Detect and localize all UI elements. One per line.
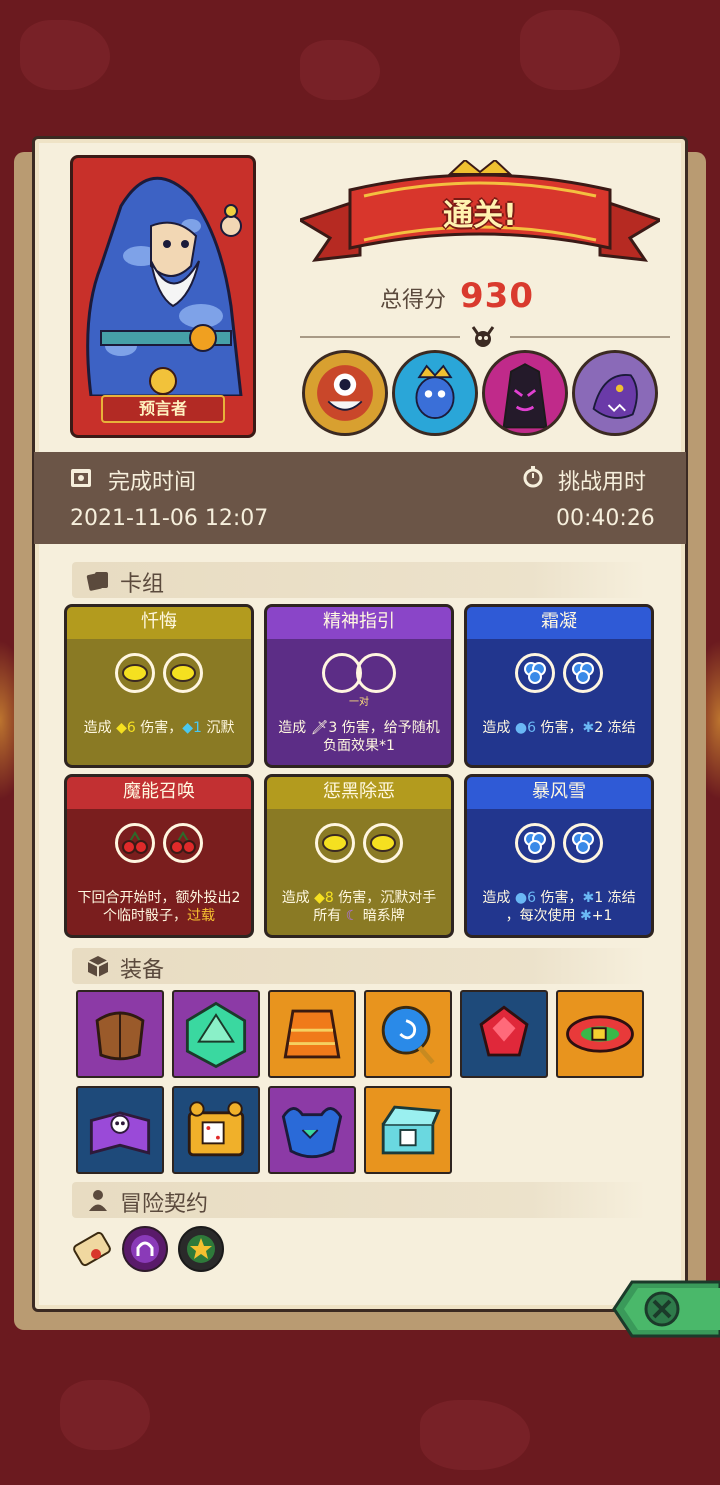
divider bbox=[300, 336, 460, 338]
card-title: 暴风雪 bbox=[467, 777, 651, 809]
green-d20-icon[interactable] bbox=[172, 990, 260, 1078]
orange-robe-icon[interactable] bbox=[268, 990, 356, 1078]
card-title: 惩黑除恶 bbox=[267, 777, 451, 809]
dice-chest-icon[interactable] bbox=[172, 1086, 260, 1174]
card-title: 忏悔 bbox=[67, 607, 251, 639]
frost-die-icon bbox=[563, 653, 603, 693]
purple-omega-token-icon[interactable] bbox=[120, 1224, 170, 1274]
total-score: 总得分 930 bbox=[380, 276, 534, 316]
card-description: 造成 ◆8 伤害，沉默对手 所有 ☾ 暗系牌 bbox=[281, 890, 437, 924]
challenge-time-value: 00:40:26 bbox=[556, 506, 655, 531]
deck-header: 卡组 bbox=[72, 562, 646, 598]
card-description: 造成 🗡3 伤害，给予随机 负面效果*1 bbox=[278, 720, 440, 754]
snowflake-icon: ✱ bbox=[582, 890, 595, 906]
lemon-die-icon bbox=[363, 823, 403, 863]
contracts-title: 冒险契约 bbox=[120, 1192, 209, 1217]
frost-die-icon bbox=[515, 823, 555, 863]
deck-card[interactable]: 霜凝 造成 ●6 伤害，✱2 冻结 bbox=[464, 604, 654, 768]
clear-title: 通关! bbox=[443, 198, 517, 233]
deck-title: 卡组 bbox=[120, 572, 165, 597]
cherry-die-icon bbox=[115, 823, 155, 863]
card-dice bbox=[67, 823, 251, 863]
boss-dragon-icon[interactable] bbox=[572, 350, 658, 436]
cards-icon bbox=[86, 572, 108, 591]
wizard-portrait bbox=[81, 166, 245, 396]
blue-swirl-charm-icon[interactable] bbox=[364, 990, 452, 1078]
bg-decoration bbox=[60, 1380, 150, 1450]
card-dice-requirement: 一对 bbox=[349, 697, 369, 708]
score-value: 930 bbox=[460, 276, 534, 316]
green-star-token-icon[interactable] bbox=[176, 1224, 226, 1274]
card-dice bbox=[267, 653, 451, 693]
water-drop-icon: ● bbox=[514, 720, 528, 736]
deck-card[interactable]: 惩黑除恶 造成 ◆8 伤害，沉默对手 所有 ☾ 暗系牌 bbox=[264, 774, 454, 938]
divider bbox=[510, 336, 670, 338]
lemon-die-icon bbox=[115, 653, 155, 693]
equipment-title: 装备 bbox=[120, 958, 165, 983]
finish-time-label: 完成时间 bbox=[108, 470, 197, 495]
card-title: 精神指引 bbox=[267, 607, 451, 639]
silence-icon: ◆ bbox=[182, 720, 193, 736]
equipment-header: 装备 bbox=[72, 948, 646, 984]
finish-time-value: 2021-11-06 12:07 bbox=[70, 506, 269, 531]
snowflake-icon: ✱ bbox=[582, 720, 595, 736]
boss-list bbox=[302, 350, 658, 436]
colorful-belt-icon[interactable] bbox=[556, 990, 644, 1078]
card-dice bbox=[67, 653, 251, 693]
bg-decoration bbox=[20, 20, 110, 90]
boss-shadow-icon[interactable] bbox=[482, 350, 568, 436]
person-icon bbox=[89, 1190, 107, 1211]
scroll-contract-icon[interactable] bbox=[66, 1224, 116, 1274]
close-button[interactable] bbox=[612, 1278, 720, 1340]
empty-die-slot-icon bbox=[356, 653, 396, 693]
time-info-bar: 完成时间 2021-11-06 12:07 挑战用时 00:40:26 bbox=[34, 452, 686, 544]
card-description: 下回合开始时，额外投出2 个临时骰子，过载 bbox=[77, 890, 241, 924]
box-icon bbox=[87, 956, 109, 977]
bg-decoration bbox=[300, 40, 380, 100]
card-dice bbox=[467, 653, 651, 693]
frost-die-icon bbox=[563, 823, 603, 863]
hero-card[interactable]: 预言者 bbox=[70, 155, 256, 438]
horned-skull-icon bbox=[471, 326, 495, 347]
deck-card[interactable]: 精神指引 一对 造成 🗡3 伤害，给予随机 负面效果*1 bbox=[264, 604, 454, 768]
demon-mask-icon[interactable] bbox=[268, 1086, 356, 1174]
lemon-die-icon bbox=[315, 823, 355, 863]
card-title: 魔能召唤 bbox=[67, 777, 251, 809]
deck-card[interactable]: 魔能召唤 下回合开始时，额外投出2 个临时骰子，过载 bbox=[64, 774, 254, 938]
challenge-time-label: 挑战用时 bbox=[558, 470, 647, 495]
frost-die-icon bbox=[515, 653, 555, 693]
boss-crown-icon[interactable] bbox=[392, 350, 478, 436]
red-gem-icon[interactable] bbox=[460, 990, 548, 1078]
card-title: 霜凝 bbox=[467, 607, 651, 639]
card-dice bbox=[267, 823, 451, 863]
sword-icon: 🗡 bbox=[310, 720, 329, 736]
hero-name: 预言者 bbox=[101, 395, 225, 423]
treasure-box-icon[interactable] bbox=[364, 1086, 452, 1174]
card-dice bbox=[467, 823, 651, 863]
skull-spellbook-icon[interactable] bbox=[76, 1086, 164, 1174]
cherry-die-icon bbox=[163, 823, 203, 863]
score-label: 总得分 bbox=[380, 288, 447, 313]
clear-banner: 通关! bbox=[296, 158, 664, 270]
bg-decoration bbox=[420, 1400, 530, 1470]
leather-bracer-icon[interactable] bbox=[76, 990, 164, 1078]
card-description: 造成 ●6 伤害，✱2 冻结 bbox=[482, 720, 636, 736]
moon-icon: ☾ bbox=[345, 908, 359, 924]
deck-card[interactable]: 忏悔 造成 ◆6 伤害，◆1 沉默 bbox=[64, 604, 254, 768]
card-description: 造成 ◆6 伤害，◆1 沉默 bbox=[83, 720, 235, 736]
boss-eye-icon[interactable] bbox=[302, 350, 388, 436]
calendar-icon bbox=[71, 469, 91, 487]
card-description: 造成 ●6 伤害，✱1 冻结 ，每次使用 ✱+1 bbox=[482, 890, 636, 924]
lemon-die-icon bbox=[163, 653, 203, 693]
hero-class-badge-icon bbox=[149, 367, 177, 395]
contracts-header: 冒险契约 bbox=[72, 1182, 646, 1218]
bg-decoration bbox=[520, 10, 620, 90]
snowflake-icon: ✱ bbox=[580, 908, 592, 924]
stopwatch-icon bbox=[523, 466, 543, 488]
deck-card[interactable]: 暴风雪 造成 ●6 伤害，✱1 冻结 ，每次使用 ✱+1 bbox=[464, 774, 654, 938]
water-drop-icon: ● bbox=[514, 890, 528, 906]
